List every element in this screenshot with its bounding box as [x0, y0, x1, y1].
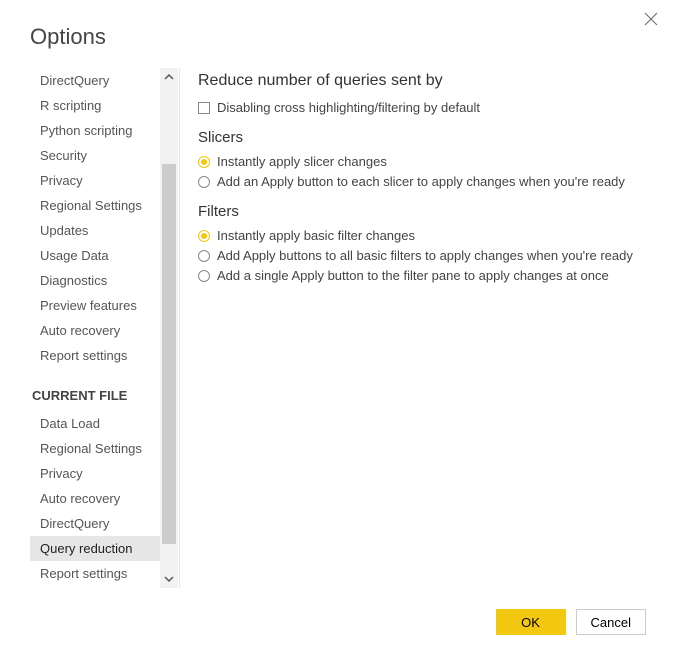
content-pane: Reduce number of queries sent by Disabli…: [198, 68, 646, 588]
radio-icon[interactable]: [198, 176, 210, 188]
sidebar-item[interactable]: Security: [30, 143, 160, 168]
radio-icon[interactable]: [198, 250, 210, 262]
radio-icon[interactable]: [198, 230, 210, 242]
sidebar-item[interactable]: Privacy: [30, 461, 160, 486]
radio-option[interactable]: Instantly apply basic filter changes: [198, 228, 646, 243]
radio-label: Instantly apply slicer changes: [217, 154, 387, 169]
chevron-up-icon: [163, 71, 175, 83]
scroll-thumb[interactable]: [162, 164, 176, 544]
section-reduce-title: Reduce number of queries sent by: [198, 72, 646, 90]
filters-title: Filters: [198, 203, 646, 220]
sidebar-item[interactable]: Query reduction: [30, 536, 160, 561]
filters-radio-group: Instantly apply basic filter changes Add …: [198, 228, 646, 283]
checkbox-icon[interactable]: [198, 102, 210, 114]
radio-label: Add Apply buttons to all basic filters t…: [217, 248, 633, 263]
sidebar-item[interactable]: Privacy: [30, 168, 160, 193]
radio-option[interactable]: Add Apply buttons to all basic filters t…: [198, 248, 646, 263]
radio-option[interactable]: Add a single Apply button to the filter …: [198, 268, 646, 283]
cancel-button[interactable]: Cancel: [576, 609, 646, 635]
sidebar-item[interactable]: DirectQuery: [30, 68, 160, 93]
sidebar-item[interactable]: Auto recovery: [30, 486, 160, 511]
close-button[interactable]: [644, 12, 660, 28]
options-dialog: Options DirectQueryR scriptingPython scr…: [0, 0, 676, 651]
checkbox-disable-cross-highlight[interactable]: Disabling cross highlighting/filtering b…: [198, 100, 646, 115]
dialog-footer: OK Cancel: [496, 609, 646, 635]
radio-icon[interactable]: [198, 156, 210, 168]
sidebar-item[interactable]: Updates: [30, 218, 160, 243]
sidebar-scrollbar[interactable]: [160, 68, 178, 588]
sidebar-item[interactable]: Diagnostics: [30, 268, 160, 293]
sidebar-item[interactable]: Report settings: [30, 561, 160, 586]
sidebar-item[interactable]: Report settings: [30, 343, 160, 368]
sidebar-item[interactable]: Auto recovery: [30, 318, 160, 343]
sidebar-item[interactable]: Regional Settings: [30, 193, 160, 218]
sidebar-item[interactable]: R scripting: [30, 93, 160, 118]
chevron-down-icon: [163, 573, 175, 585]
sidebar-item[interactable]: Python scripting: [30, 118, 160, 143]
sidebar-item[interactable]: Usage Data: [30, 243, 160, 268]
radio-option[interactable]: Instantly apply slicer changes: [198, 154, 646, 169]
scroll-up-button[interactable]: [160, 68, 178, 86]
sidebar-item[interactable]: Regional Settings: [30, 436, 160, 461]
checkbox-label: Disabling cross highlighting/filtering b…: [217, 100, 480, 115]
dialog-title: Options: [0, 0, 676, 68]
slicers-title: Slicers: [198, 129, 646, 146]
sidebar-item[interactable]: DirectQuery: [30, 511, 160, 536]
close-icon: [644, 12, 658, 26]
radio-label: Add an Apply button to each slicer to ap…: [217, 174, 625, 189]
radio-label: Add a single Apply button to the filter …: [217, 268, 609, 283]
scroll-down-button[interactable]: [160, 570, 178, 588]
sidebar: DirectQueryR scriptingPython scriptingSe…: [30, 68, 160, 588]
sidebar-item[interactable]: Data Load: [30, 411, 160, 436]
ok-button[interactable]: OK: [496, 609, 566, 635]
radio-option[interactable]: Add an Apply button to each slicer to ap…: [198, 174, 646, 189]
sidebar-container: DirectQueryR scriptingPython scriptingSe…: [30, 68, 180, 588]
slicers-radio-group: Instantly apply slicer changes Add an App…: [198, 154, 646, 189]
radio-label: Instantly apply basic filter changes: [217, 228, 415, 243]
sidebar-header-current-file: CURRENT FILE: [30, 368, 160, 411]
dialog-body: DirectQueryR scriptingPython scriptingSe…: [0, 68, 676, 588]
radio-icon[interactable]: [198, 270, 210, 282]
sidebar-item[interactable]: Preview features: [30, 293, 160, 318]
